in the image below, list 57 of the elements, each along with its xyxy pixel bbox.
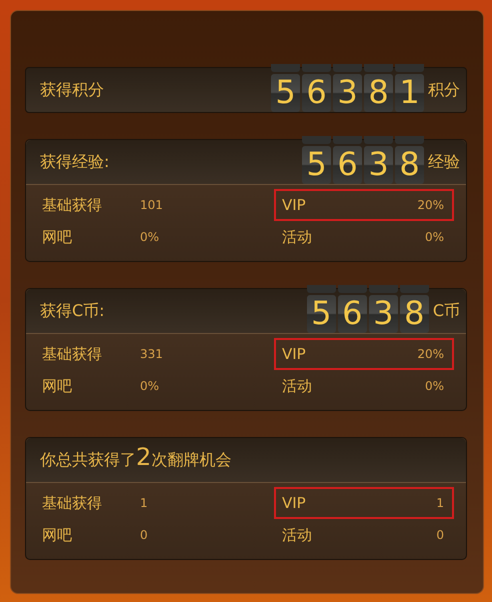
stat-value: 0% [424, 230, 444, 244]
stat-value: 20% [416, 198, 444, 212]
digit-tile-edge [302, 64, 331, 72]
digit-tile-edge [302, 136, 331, 144]
counter-digit: 5 [306, 295, 336, 333]
counter-digit: 3 [364, 146, 393, 184]
stat-value: 0% [140, 230, 160, 244]
counter-digit: 6 [302, 74, 331, 112]
counter-digit: 8 [364, 74, 393, 112]
stat-value: 0 [435, 528, 444, 542]
stat-label: 网吧 [42, 228, 73, 246]
stat-label: 活动 [282, 376, 313, 396]
digit-tile-edge [271, 64, 300, 72]
stat-label: 活动 [282, 526, 313, 544]
stat-label: 网吧 [42, 376, 73, 396]
digit-tile-edge [364, 136, 393, 144]
stat-label: 活动 [282, 228, 313, 246]
counter-digit: 5 [302, 146, 331, 184]
digit-tile-edge [333, 64, 362, 72]
stat-label: 网吧 [42, 526, 73, 544]
digit-tile-edge [306, 285, 336, 293]
unit-label: 经验 [427, 152, 461, 172]
digit-tile-edge [395, 64, 424, 72]
unit-label: C币 [432, 300, 461, 322]
counter-digit: 3 [368, 295, 398, 333]
unit-label: 积分 [427, 80, 461, 100]
stat-value: 0 [140, 528, 149, 542]
stat-label: VIP [282, 196, 307, 214]
counter-digit: 1 [395, 74, 424, 112]
counter-digit: 3 [333, 74, 362, 112]
section-title: 获得C币: [39, 300, 106, 322]
stat-value: 20% [416, 347, 444, 361]
score-title: 获得积分 [39, 80, 105, 100]
counter-digit: 5 [271, 74, 300, 112]
counter-digit: 8 [395, 146, 424, 184]
digit-tile-edge [364, 64, 393, 72]
section-title: 你总共获得了2次翻牌机会 [39, 449, 232, 471]
stat-label: 基础获得 [42, 344, 103, 364]
counter-digit: 6 [338, 295, 367, 333]
stat-label: VIP [282, 345, 307, 363]
stat-label: 基础获得 [42, 494, 103, 512]
counter-digit: 6 [333, 146, 362, 184]
digit-tile-edge [400, 285, 429, 293]
stat-value: 1 [435, 496, 444, 510]
stat-value: 1 [140, 496, 149, 510]
digit-tile-edge [333, 136, 362, 144]
stat-value: 101 [140, 198, 164, 212]
stat-label: VIP [282, 494, 307, 512]
stat-label: 基础获得 [42, 196, 103, 214]
stat-value: 0% [424, 379, 444, 393]
digit-tile-edge [338, 285, 367, 293]
digit-tile-edge [395, 136, 424, 144]
stat-value: 331 [140, 347, 164, 361]
counter-digit: 8 [400, 295, 429, 333]
section-title: 获得经验: [39, 152, 110, 172]
stat-value: 0% [140, 379, 160, 393]
digit-tile-edge [368, 285, 398, 293]
